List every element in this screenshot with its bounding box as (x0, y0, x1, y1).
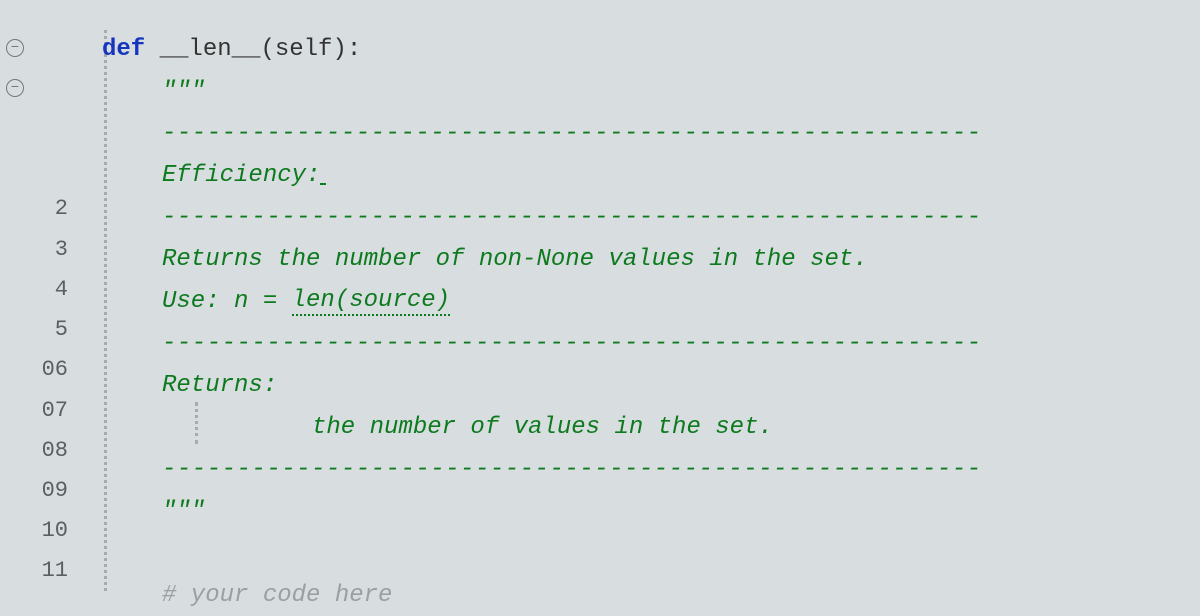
fold-icon[interactable]: − (0, 28, 30, 68)
line-number: 11 (30, 551, 72, 591)
line-number-gutter: 2 3 4 5 06 07 08 09 10 11 (30, 0, 72, 591)
code-line[interactable]: """ (102, 490, 1200, 532)
comment-text: # your code here (162, 582, 392, 609)
code-line[interactable]: Returns: (102, 364, 1200, 406)
cursor-icon (320, 165, 326, 185)
code-line[interactable]: ----------------------------------------… (102, 322, 1200, 364)
keyword-def: def (102, 36, 160, 63)
line-number (30, 68, 72, 108)
code-line[interactable]: Efficiency: (102, 154, 1200, 196)
line-number: 3 (30, 229, 72, 269)
line-number: 06 (30, 350, 72, 390)
code-line[interactable]: the number of values in the set. (102, 406, 1200, 448)
indent-guide (195, 402, 198, 444)
line-number (30, 108, 72, 148)
code-line[interactable] (102, 532, 1200, 574)
function-params: (self): (260, 36, 361, 63)
line-number: 09 (30, 470, 72, 510)
docstring-link: len(source) (292, 287, 450, 316)
line-number: 08 (30, 430, 72, 470)
docstring-separator: ----------------------------------------… (162, 330, 982, 357)
line-number: 07 (30, 390, 72, 430)
line-number: 10 (30, 511, 72, 551)
code-editor[interactable]: − − 2 3 4 5 06 07 08 09 10 11 def __len_… (0, 0, 1200, 591)
fold-icon[interactable]: − (0, 68, 30, 108)
fold-gutter: − − (0, 0, 30, 591)
function-name: __len__ (160, 36, 261, 63)
docstring-separator: ----------------------------------------… (162, 120, 982, 147)
docstring-open: """ (162, 78, 205, 105)
code-line[interactable]: ----------------------------------------… (102, 112, 1200, 154)
line-number (30, 149, 72, 189)
code-line[interactable]: Returns the number of non-None values in… (102, 238, 1200, 280)
line-number: 5 (30, 310, 72, 350)
docstring-text: Efficiency: (162, 162, 320, 189)
docstring-close: """ (162, 498, 205, 525)
code-line[interactable]: """ (102, 70, 1200, 112)
docstring-separator: ----------------------------------------… (162, 456, 982, 483)
code-line[interactable]: ----------------------------------------… (102, 448, 1200, 490)
code-line[interactable]: def __len__(self): (102, 28, 1200, 70)
code-line[interactable]: Use: n = len(source) (102, 280, 1200, 322)
code-line[interactable]: ----------------------------------------… (102, 196, 1200, 238)
line-number: 4 (30, 269, 72, 309)
docstring-text: Use: n = (162, 288, 292, 315)
line-number: 2 (30, 189, 72, 229)
docstring-text: the number of values in the set. (312, 414, 773, 441)
docstring-separator: ----------------------------------------… (162, 204, 982, 231)
docstring-text: Returns: (162, 372, 277, 399)
docstring-text: Returns the number of non-None values in… (162, 246, 868, 273)
code-line[interactable]: # your code here (102, 574, 1200, 616)
code-content[interactable]: def __len__(self): """ -----------------… (72, 0, 1200, 591)
line-number (30, 28, 72, 68)
